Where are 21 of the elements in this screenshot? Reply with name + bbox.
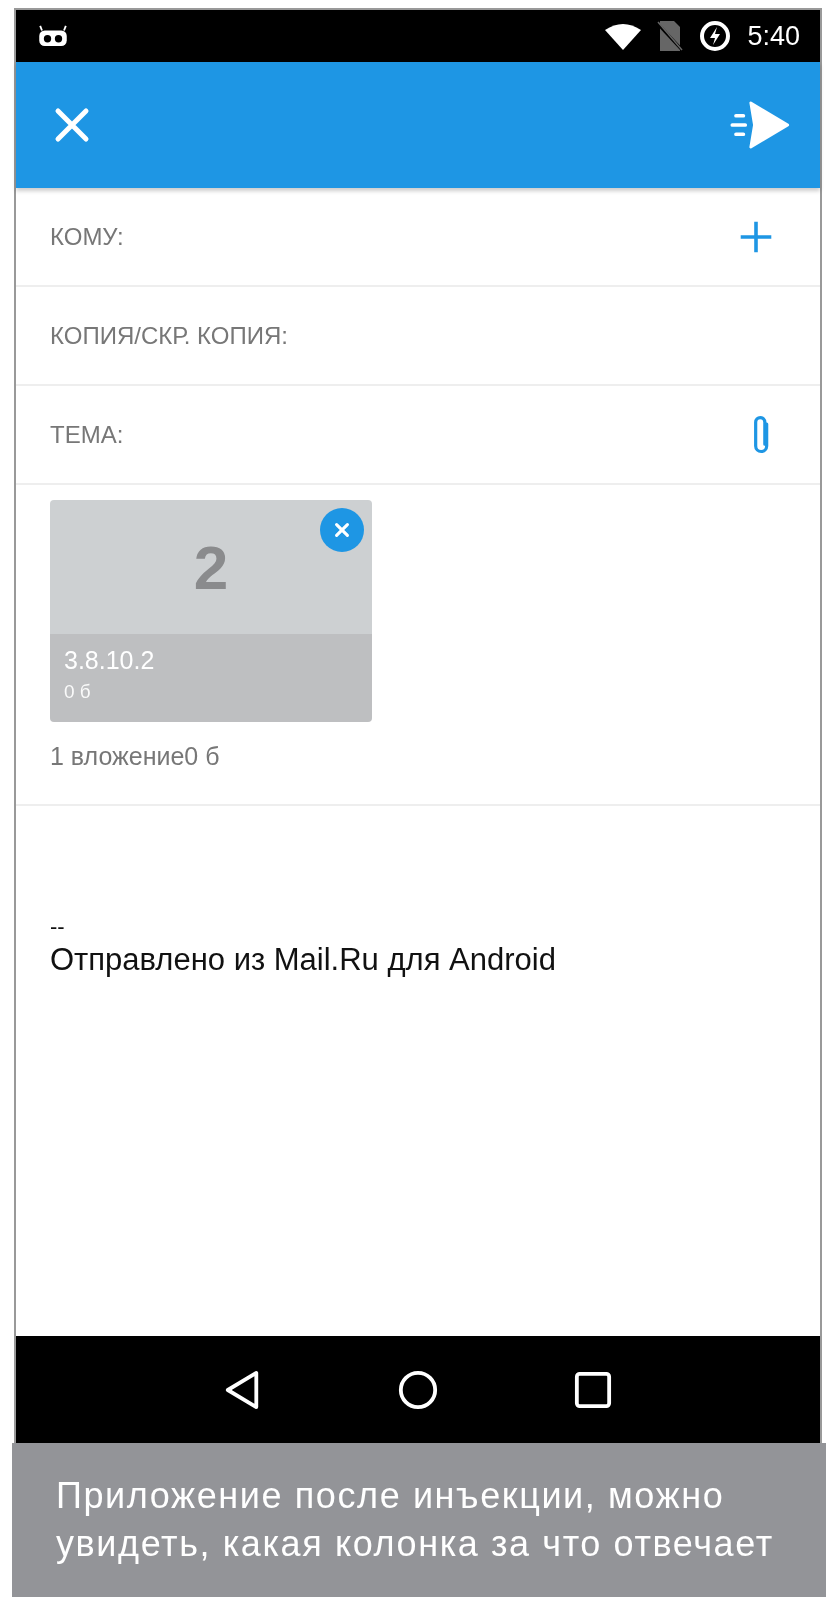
wifi-icon xyxy=(605,22,642,50)
send-button[interactable] xyxy=(730,101,790,149)
attachment-name: 3.8.10.2 xyxy=(64,646,155,675)
close-icon xyxy=(333,521,351,539)
field-label: КОМУ: xyxy=(50,222,124,251)
field-label: КОПИЯ/СКР. КОПИЯ: xyxy=(50,321,288,350)
send-icon xyxy=(730,101,790,149)
attachment-thumbnail-text: 2 xyxy=(193,531,229,603)
attachment-size: 0 б xyxy=(64,681,91,703)
caption-text: Приложение после инъекции, можно увидеть, какая колонка за что отвечает xyxy=(56,1474,775,1566)
remove-attachment-button[interactable] xyxy=(320,508,364,552)
field-label: ТЕМА: xyxy=(50,420,124,449)
no-sim-icon xyxy=(657,21,684,51)
attachments-summary: 1 вложение0 б xyxy=(50,742,220,771)
robot-icon xyxy=(38,25,68,47)
home-icon[interactable] xyxy=(397,1368,439,1411)
signature-text: Отправлено из Mail.Ru для Android xyxy=(50,942,556,978)
recents-icon[interactable] xyxy=(574,1370,613,1409)
battery-saver-icon xyxy=(699,20,732,52)
status-time: 5:40 xyxy=(747,20,800,52)
signature-separator: -- xyxy=(50,914,65,940)
